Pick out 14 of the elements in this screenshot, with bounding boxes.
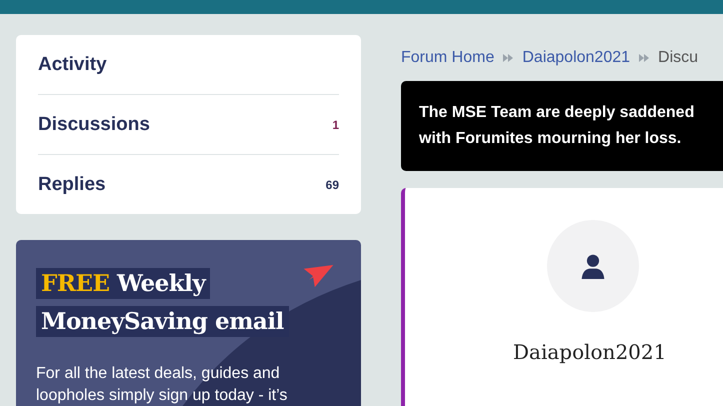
notice-text: The MSE Team are deeply saddened: [419, 103, 696, 123]
breadcrumb-link[interactable]: Forum Home: [401, 49, 494, 67]
profile-nav-item[interactable]: Activity: [38, 35, 339, 95]
profile-nav-item[interactable]: Discussions 1: [38, 95, 339, 155]
promo-heading: FREE Weekly MoneySaving email: [36, 265, 341, 341]
username: Daiapolon2021: [513, 340, 666, 364]
notice-text: with Forumites mourning her loss.: [419, 129, 682, 149]
promo-text: For all the latest deals, guides and loopholes simply sign up today - it’s: [36, 364, 288, 406]
breadcrumb-link[interactable]: Daiapolon2021: [522, 49, 630, 67]
double-chevron-icon: [639, 54, 650, 62]
profile-nav-item[interactable]: Replies 69: [38, 155, 339, 214]
paper-plane-icon: [303, 265, 334, 289]
breadcrumb-current: Discu: [658, 49, 698, 67]
double-chevron-icon: [503, 54, 514, 62]
